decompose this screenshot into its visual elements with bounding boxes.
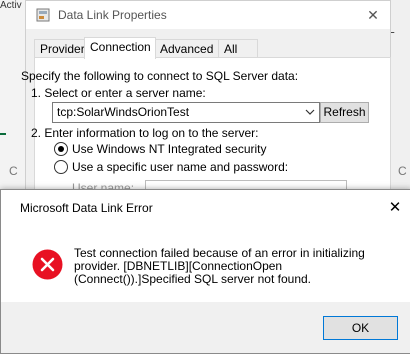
step2-label: 2. Enter information to log on to the se…	[31, 126, 259, 140]
server-name-value: tcp:SolarWindsOrionTest	[57, 105, 190, 119]
specific-user-radio[interactable]	[54, 160, 68, 174]
background-divider	[0, 133, 6, 135]
background-text-fragment: Activ	[0, 0, 22, 11]
tab-connection[interactable]: Connection	[84, 37, 156, 59]
data-link-error-dialog: Microsoft Data Link Error ✕ Test connect…	[0, 189, 410, 354]
tab-all[interactable]: All	[218, 39, 258, 58]
close-icon[interactable]: ✕	[362, 5, 384, 25]
error-message: Test connection failed because of an err…	[74, 246, 365, 286]
intro-text: Specify the following to connect to SQL …	[21, 69, 299, 83]
data-link-icon	[36, 8, 50, 22]
nt-security-label[interactable]: Use Windows NT Integrated security	[72, 142, 267, 156]
server-name-combobox[interactable]: tcp:SolarWindsOrionTest	[52, 102, 320, 123]
close-icon[interactable]: ✕	[385, 198, 405, 218]
title-bar: Microsoft Data Link Error ✕	[1, 190, 410, 222]
chevron-down-icon[interactable]	[303, 105, 317, 119]
specific-user-label[interactable]: Use a specific user name and password:	[72, 160, 288, 174]
title-bar: Data Link Properties ✕	[26, 1, 390, 29]
background-text-fragment: C	[398, 164, 407, 178]
nt-security-radio[interactable]	[54, 142, 68, 156]
step1-label: 1. Select or enter a server name:	[31, 86, 206, 100]
tab-advanced[interactable]: Advanced	[154, 39, 220, 58]
tab-provider[interactable]: Provider	[34, 39, 89, 58]
background-text-fragment: C	[9, 164, 18, 178]
window-title: Data Link Properties	[58, 8, 167, 22]
radio-selected-dot	[58, 146, 64, 152]
ok-button[interactable]: OK	[323, 316, 398, 340]
error-icon	[32, 249, 63, 280]
dialog-title: Microsoft Data Link Error	[20, 201, 153, 215]
refresh-button[interactable]: Refresh	[320, 102, 369, 123]
